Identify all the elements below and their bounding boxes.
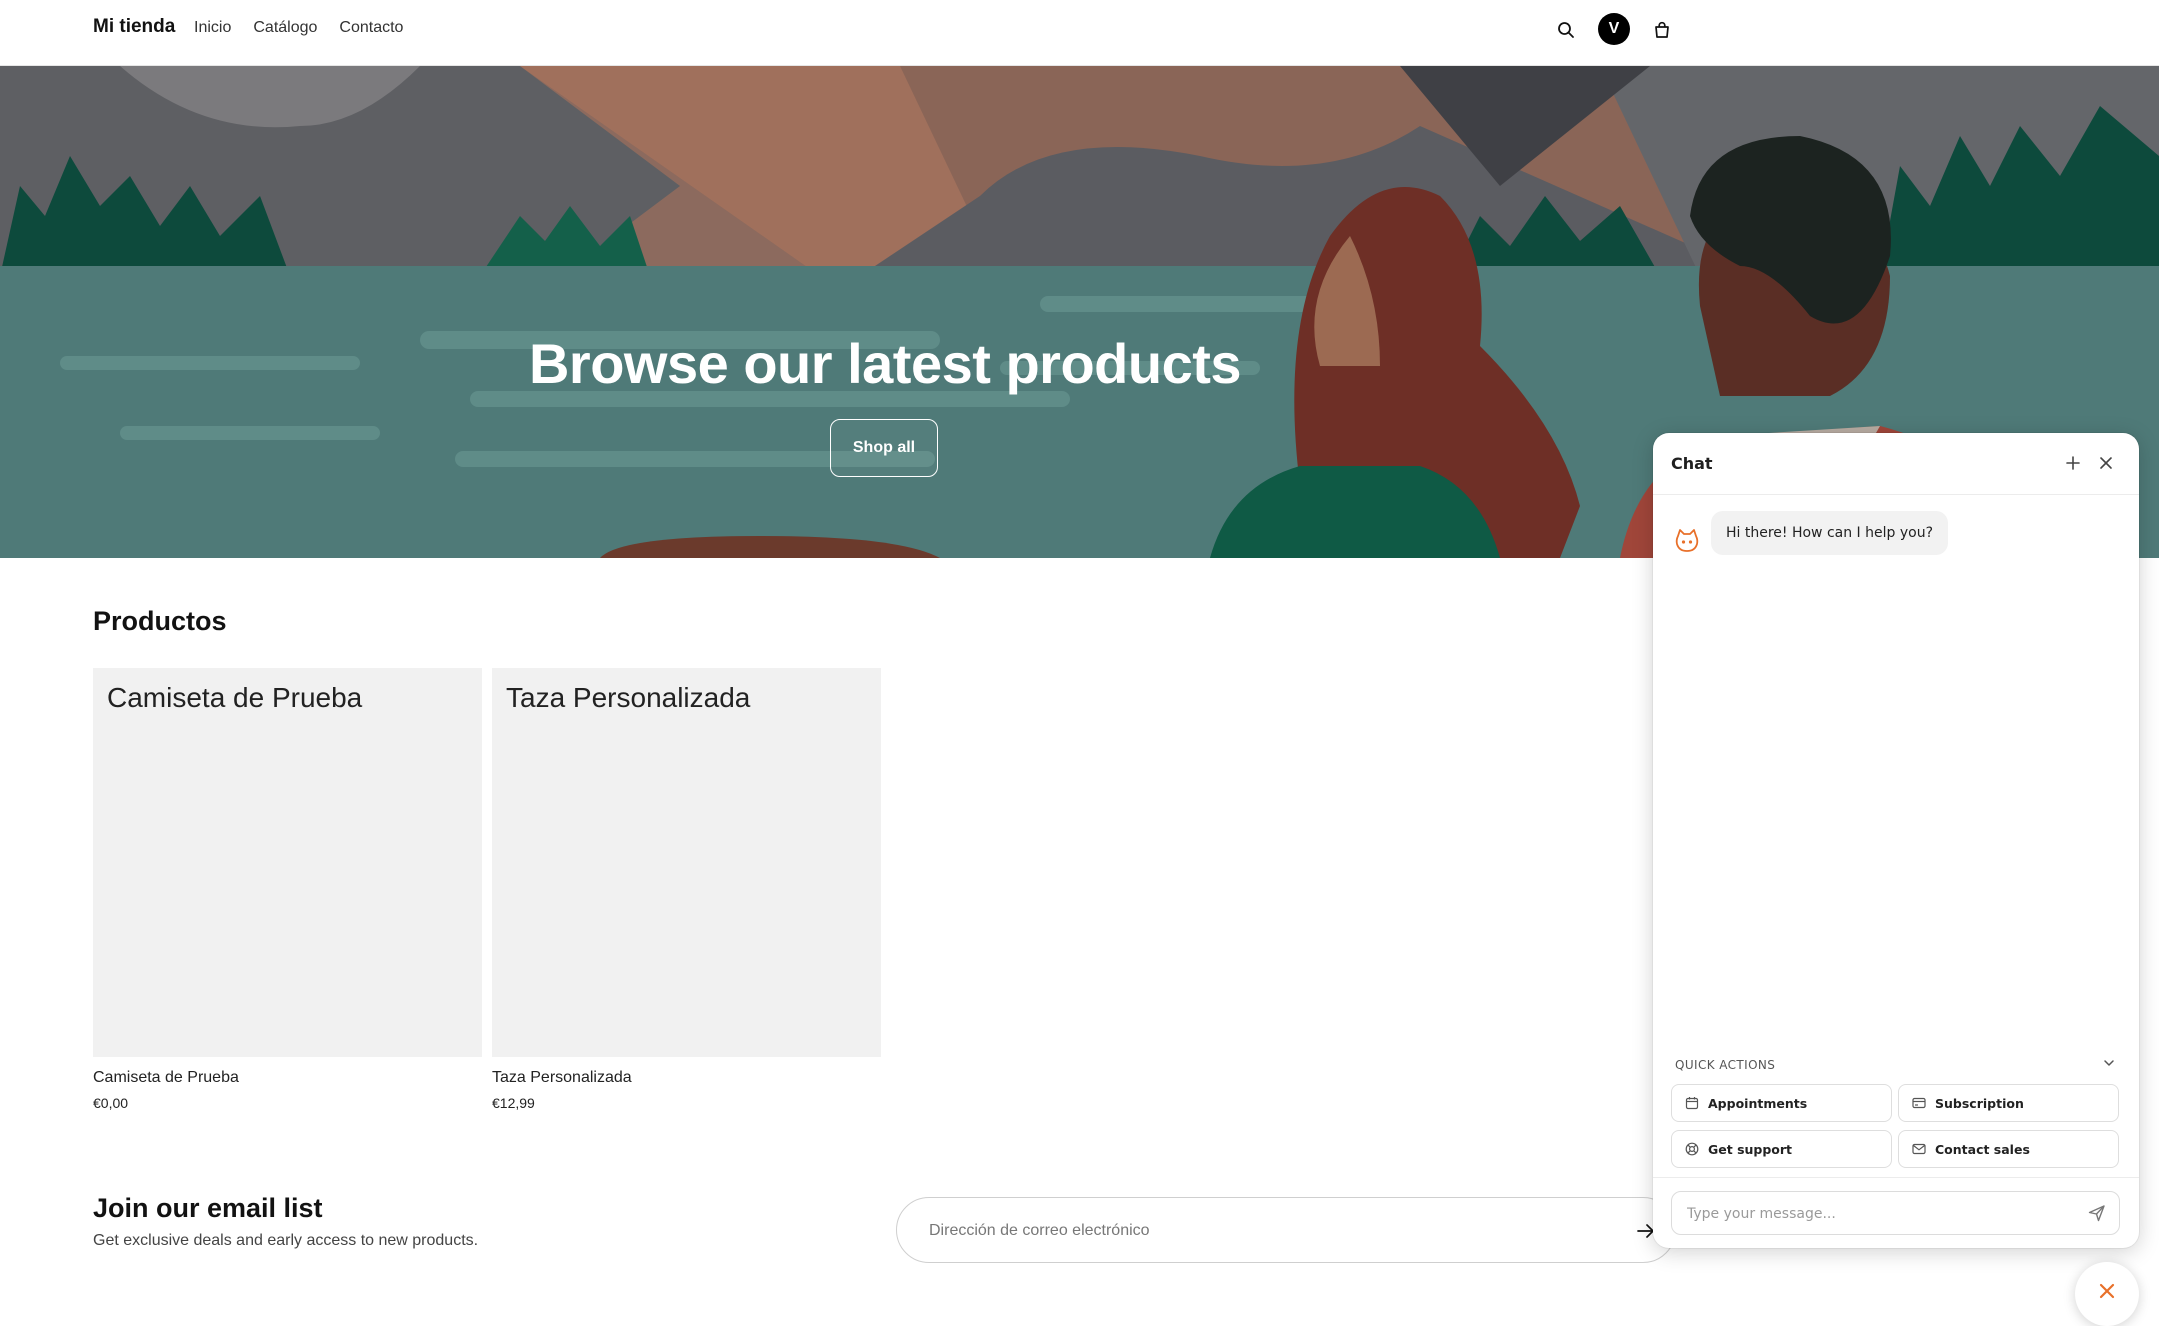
chat-panel: Chat Hi there! How can I help you? QUICK… (1653, 433, 2139, 1248)
calendar-icon (1685, 1097, 1699, 1110)
quick-action-label: Get support (1708, 1141, 1793, 1157)
chat-title: Chat (1671, 454, 1713, 473)
product-name[interactable]: Camiseta de Prueba (93, 1069, 482, 1087)
account-avatar[interactable]: V (1598, 13, 1630, 45)
site-header: Mi tienda Inicio Catálogo Contacto V (0, 0, 2159, 66)
email-field[interactable] (927, 1198, 1611, 1264)
chat-message-input[interactable] (1685, 1192, 2069, 1236)
newsletter-heading: Join our email list (93, 1193, 323, 1223)
card-icon (1912, 1097, 1926, 1109)
shop-all-button[interactable]: Shop all (830, 419, 938, 477)
product-image-text: Camiseta de Prueba (107, 682, 363, 713)
new-chat-plus-icon[interactable] (2061, 451, 2085, 475)
send-icon[interactable] (2087, 1203, 2109, 1225)
product-image-text: Taza Personalizada (506, 682, 751, 713)
quick-action-get-support[interactable]: Get support (1671, 1130, 1892, 1168)
quick-action-label: Appointments (1708, 1095, 1808, 1111)
close-icon (2099, 1283, 2115, 1299)
quick-actions-label: QUICK ACTIONS (1675, 1058, 1776, 1072)
chat-composer (1671, 1191, 2120, 1236)
products-heading: Productos (93, 606, 227, 636)
chat-launcher-button[interactable] (2075, 1262, 2139, 1326)
product-card[interactable]: Camiseta de Prueba Camiseta de Prueba €0… (93, 668, 482, 1111)
quick-action-contact-sales[interactable]: Contact sales (1898, 1130, 2119, 1168)
quick-action-appointments[interactable]: Appointments (1671, 1084, 1892, 1122)
quick-action-label: Subscription (1935, 1095, 2024, 1111)
product-image[interactable]: Taza Personalizada (492, 668, 881, 1057)
product-price: €0,00 (93, 1095, 129, 1111)
product-card[interactable]: Taza Personalizada Taza Personalizada €1… (492, 668, 881, 1111)
cart-icon[interactable] (1646, 14, 1678, 46)
quick-action-label: Contact sales (1935, 1141, 2030, 1157)
nav-item-inicio[interactable]: Inicio (194, 19, 231, 37)
quick-action-subscription[interactable]: Subscription (1898, 1084, 2119, 1122)
store-logo[interactable]: Mi tienda (93, 16, 175, 38)
mail-icon (1912, 1143, 1926, 1155)
nav-item-contacto[interactable]: Contacto (339, 19, 403, 37)
chevron-down-icon[interactable] (2101, 1055, 2117, 1071)
lifebuoy-icon (1685, 1142, 1699, 1156)
hero-title: Browse our latest products (528, 332, 1242, 395)
chat-header: Chat (1653, 433, 2139, 495)
product-image[interactable]: Camiseta de Prueba (93, 668, 482, 1057)
search-icon[interactable] (1550, 14, 1582, 46)
product-price: €12,99 (492, 1095, 535, 1111)
main-nav: Inicio Catálogo Contacto (194, 19, 403, 37)
bot-message: Hi there! How can I help you? (1711, 511, 1949, 555)
chat-divider (1653, 1177, 2139, 1178)
newsletter-form (896, 1197, 1676, 1264)
product-name[interactable]: Taza Personalizada (492, 1069, 881, 1087)
nav-item-catalogo[interactable]: Catálogo (253, 19, 317, 37)
bot-cat-icon (1673, 527, 1701, 555)
newsletter-subtitle: Get exclusive deals and early access to … (93, 1232, 479, 1249)
close-icon[interactable] (2094, 451, 2118, 475)
